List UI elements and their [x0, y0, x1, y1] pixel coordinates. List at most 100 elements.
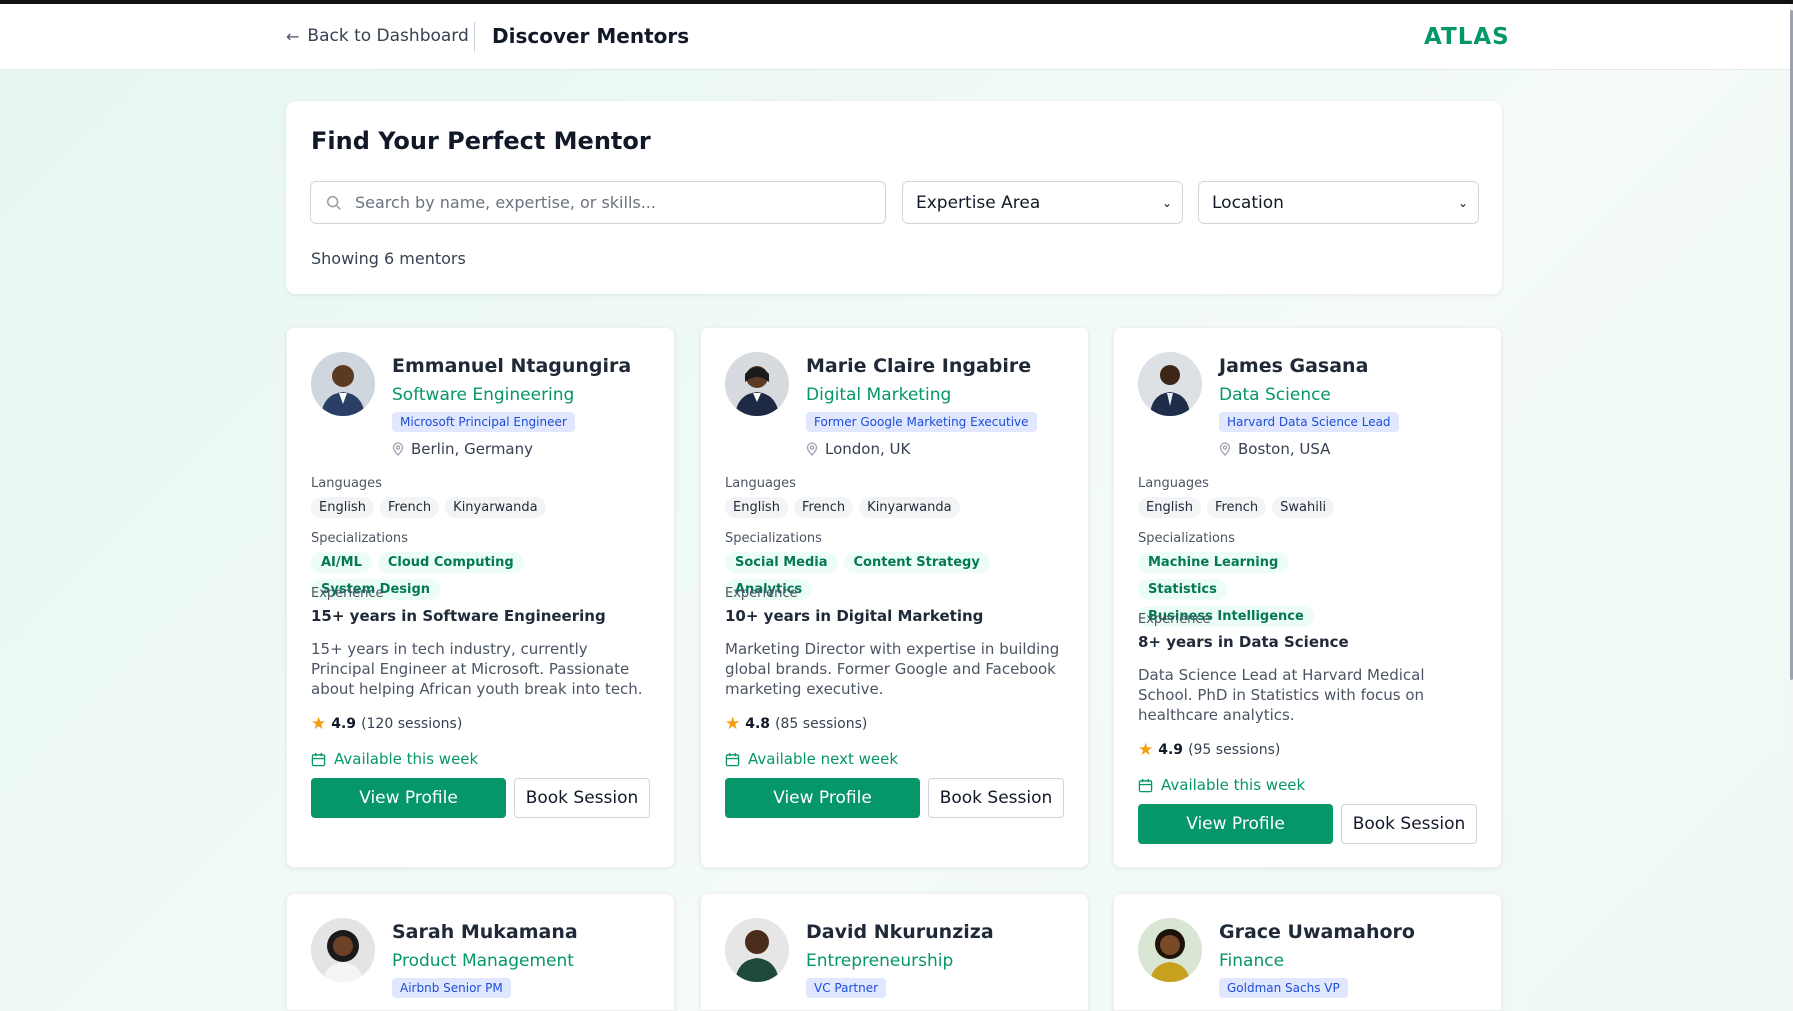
mentor-name: Marie Claire Ingabire: [806, 355, 1032, 377]
specialization-chip: Cloud Computing: [377, 552, 524, 573]
languages-label: Languages: [725, 476, 796, 491]
calendar-icon: [1138, 778, 1153, 792]
book-session-button[interactable]: Book Session: [928, 778, 1064, 818]
credential-badge: VC Partner: [806, 978, 887, 998]
specialization-chip: Statistics: [1138, 579, 1227, 600]
chevron-down-icon: ⌄: [1457, 195, 1468, 210]
mentor-field: Digital Marketing: [806, 385, 952, 405]
availability-text: Available this week: [334, 750, 479, 768]
credential-badge: Airbnb Senior PM: [392, 978, 511, 998]
language-chip: Kinyarwanda: [859, 497, 960, 518]
search-icon: [326, 195, 341, 210]
mentor-location: Berlin, Germany: [392, 440, 533, 458]
back-to-dashboard-link[interactable]: ← Back to Dashboard: [286, 26, 469, 46]
credential-badge: Harvard Data Science Lead: [1219, 412, 1399, 432]
star-icon: ★: [311, 714, 327, 734]
experience-value: 8+ years in Data Science: [1138, 633, 1349, 651]
rating-value: 4.8: [745, 716, 771, 732]
credential-badge: Former Google Marketing Executive: [806, 412, 1037, 432]
specializations-label: Specializations: [725, 531, 822, 546]
availability-text: Available next week: [748, 750, 899, 768]
expertise-area-select[interactable]: Expertise Area ⌄: [902, 181, 1183, 224]
rating-value: 4.9: [1158, 742, 1184, 758]
languages-label: Languages: [1138, 476, 1209, 491]
back-label: Back to Dashboard: [307, 26, 469, 46]
specialization-chip: Content Strategy: [843, 552, 990, 573]
session-count: (85 sessions): [775, 716, 868, 732]
mentor-card: Emmanuel Ntagungira Software Engineering…: [286, 327, 675, 868]
mentor-bio: Marketing Director with expertise in bui…: [725, 640, 1060, 698]
languages-section: Languages English French Kinyarwanda: [725, 476, 1070, 518]
language-chip: English: [1138, 497, 1201, 518]
mentor-location: London, UK: [806, 440, 910, 458]
mentor-card: David Nkurunziza Entrepreneurship VC Par…: [700, 893, 1089, 1011]
page-title: Discover Mentors: [492, 24, 690, 48]
mentor-rating: ★ 4.9 (95 sessions): [1138, 740, 1483, 760]
availability: Available this week: [311, 750, 656, 768]
mentor-name: Emmanuel Ntagungira: [392, 355, 632, 377]
languages-label: Languages: [311, 476, 382, 491]
language-chip: Swahili: [1272, 497, 1335, 518]
chevron-down-icon: ⌄: [1161, 195, 1172, 210]
experience-value: 10+ years in Digital Marketing: [725, 607, 984, 625]
card-actions: View Profile Book Session: [311, 778, 656, 818]
specializations-label: Specializations: [311, 531, 408, 546]
availability: Available this week: [1138, 776, 1483, 794]
rating-value: 4.9: [331, 716, 357, 732]
language-chip: French: [1206, 497, 1267, 518]
book-session-button[interactable]: Book Session: [1341, 804, 1477, 844]
star-icon: ★: [1138, 740, 1154, 760]
map-pin-icon: [1219, 442, 1231, 456]
experience-label: Experience: [1138, 612, 1211, 627]
expertise-area-value: Expertise Area: [916, 192, 1041, 213]
mentor-name: James Gasana: [1219, 355, 1369, 377]
mentor-field: Data Science: [1219, 385, 1331, 405]
avatar: [311, 918, 375, 982]
session-count: (120 sessions): [361, 716, 463, 732]
star-icon: ★: [725, 714, 741, 734]
availability: Available next week: [725, 750, 1070, 768]
avatar: [725, 352, 789, 416]
experience-section: Experience 15+ years in Software Enginee…: [311, 586, 656, 625]
mentor-name: David Nkurunziza: [806, 921, 994, 943]
avatar: [1138, 918, 1202, 982]
search-panel: Find Your Perfect Mentor Expertise Area …: [286, 101, 1502, 294]
view-profile-button[interactable]: View Profile: [1138, 804, 1333, 844]
specialization-chip: Social Media: [725, 552, 838, 573]
language-chip: Kinyarwanda: [445, 497, 546, 518]
map-pin-icon: [806, 442, 818, 456]
book-session-button[interactable]: Book Session: [514, 778, 650, 818]
languages-section: Languages English French Kinyarwanda: [311, 476, 656, 518]
language-chip: French: [793, 497, 854, 518]
arrow-left-icon: ←: [286, 26, 300, 46]
atlas-logo[interactable]: ATLAS: [1424, 24, 1510, 50]
availability-text: Available this week: [1161, 776, 1306, 794]
experience-section: Experience 10+ years in Digital Marketin…: [725, 586, 1070, 625]
credential-badge: Microsoft Principal Engineer: [392, 412, 575, 432]
location-select[interactable]: Location ⌄: [1198, 181, 1479, 224]
avatar: [1138, 352, 1202, 416]
mentor-rating: ★ 4.8 (85 sessions): [725, 714, 1070, 734]
specializations-label: Specializations: [1138, 531, 1235, 546]
mentor-card: Grace Uwamahoro Finance Goldman Sachs VP: [1113, 893, 1502, 1011]
mentor-field: Software Engineering: [392, 385, 575, 405]
search-input[interactable]: [355, 193, 875, 212]
experience-value: 15+ years in Software Engineering: [311, 607, 606, 625]
experience-label: Experience: [311, 586, 384, 601]
mentor-card: Sarah Mukamana Product Management Airbnb…: [286, 893, 675, 1011]
view-profile-button[interactable]: View Profile: [311, 778, 506, 818]
session-count: (95 sessions): [1188, 742, 1281, 758]
mentor-field: Product Management: [392, 951, 574, 971]
calendar-icon: [311, 752, 326, 766]
mentor-field: Entrepreneurship: [806, 951, 954, 971]
card-actions: View Profile Book Session: [1138, 804, 1483, 844]
mentor-rating: ★ 4.9 (120 sessions): [311, 714, 656, 734]
specialization-chip: AI/ML: [311, 552, 372, 573]
mentor-name: Sarah Mukamana: [392, 921, 578, 943]
card-actions: View Profile Book Session: [725, 778, 1070, 818]
view-profile-button[interactable]: View Profile: [725, 778, 920, 818]
languages-section: Languages English French Swahili: [1138, 476, 1483, 518]
language-chip: French: [379, 497, 440, 518]
search-box[interactable]: [310, 181, 886, 224]
header-divider: [474, 22, 475, 52]
